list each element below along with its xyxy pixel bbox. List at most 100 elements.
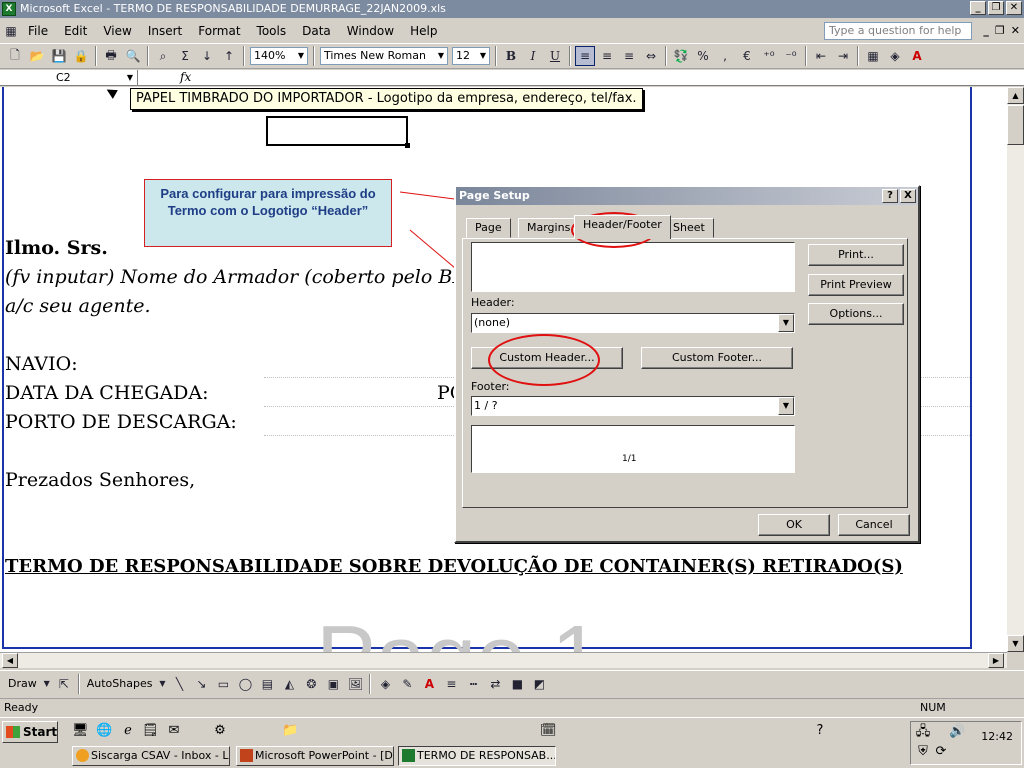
- print-icon[interactable]: 🖶: [101, 46, 121, 66]
- percent-style-button[interactable]: %: [693, 46, 713, 66]
- taskbar-item-powerpoint[interactable]: Microsoft PowerPoint - [D...: [236, 746, 394, 766]
- header-select[interactable]: (none) ▼: [471, 313, 795, 333]
- taskbar-item-excel[interactable]: TERMO DE RESPONSAB...: [398, 746, 556, 766]
- arrival-date-label[interactable]: DATA DA CHEGADA:: [5, 382, 209, 404]
- comma-style-button[interactable]: ,: [715, 46, 735, 66]
- calendar-icon[interactable]: 🗓: [540, 723, 557, 739]
- header-note[interactable]: PAPEL TIMBRADO DO IMPORTADOR - Logotipo …: [130, 88, 643, 110]
- font-color-button[interactable]: A: [907, 46, 927, 66]
- picture-icon[interactable]: 🖼: [345, 674, 365, 694]
- chevron-down-icon[interactable]: ▼: [157, 674, 167, 694]
- help-search-input[interactable]: Type a question for help: [824, 22, 972, 40]
- settings-icon[interactable]: ⚙: [212, 723, 228, 739]
- document-icon[interactable]: ▦: [3, 21, 19, 41]
- agent-line[interactable]: a/c seu agente.: [5, 295, 151, 317]
- arrow-icon[interactable]: ↘: [191, 674, 211, 694]
- chevron-down-icon[interactable]: ▼: [778, 397, 794, 415]
- oval-icon[interactable]: ◯: [235, 674, 255, 694]
- menu-view[interactable]: View: [95, 24, 139, 38]
- align-right-icon[interactable]: ≡: [619, 46, 639, 66]
- new-icon[interactable]: 🗋: [5, 46, 25, 66]
- network-icon[interactable]: 🖧: [915, 724, 931, 740]
- bold-button[interactable]: B: [501, 46, 521, 66]
- chevron-down-icon[interactable]: ▼: [778, 314, 794, 332]
- page-setup-dialog[interactable]: Page Setup ? X Page Margins Header/Foote…: [454, 185, 920, 543]
- greeting-text[interactable]: Prezados Senhores,: [5, 469, 195, 491]
- dialog-close-button[interactable]: X: [900, 189, 916, 203]
- increase-decimal-icon[interactable]: ⁺⁰: [759, 46, 779, 66]
- menu-format[interactable]: Format: [190, 24, 248, 38]
- ok-button[interactable]: OK: [758, 514, 830, 536]
- browser-icon[interactable]: 🌐: [96, 723, 112, 739]
- chevron-down-icon[interactable]: ▼: [42, 674, 52, 694]
- menu-window[interactable]: Window: [339, 24, 402, 38]
- wordart-icon[interactable]: ◭: [279, 674, 299, 694]
- menu-tools[interactable]: Tools: [249, 24, 295, 38]
- fill-color-icon[interactable]: ◈: [885, 46, 905, 66]
- autoshapes-menu[interactable]: AutoShapes: [83, 677, 157, 690]
- decrease-indent-icon[interactable]: ⇤: [811, 46, 831, 66]
- menu-insert[interactable]: Insert: [140, 24, 190, 38]
- doc-close-button[interactable]: ✕: [1011, 24, 1020, 37]
- desktop-icon[interactable]: 🖥: [72, 723, 89, 739]
- permission-icon[interactable]: 🔒: [71, 46, 91, 66]
- underline-button[interactable]: U: [545, 46, 565, 66]
- restore-button[interactable]: ❐: [988, 1, 1004, 15]
- doc-minimize-button[interactable]: _: [983, 24, 989, 37]
- line-style-icon[interactable]: ≡: [441, 674, 461, 694]
- chevron-down-icon[interactable]: ▼: [295, 48, 307, 64]
- scroll-up-icon[interactable]: ▲: [1007, 87, 1024, 104]
- merge-center-icon[interactable]: ⇔: [641, 46, 661, 66]
- dash-style-icon[interactable]: ┅: [463, 674, 483, 694]
- sync-icon[interactable]: ⟳: [933, 744, 949, 760]
- sort-ascending-icon[interactable]: ↓: [197, 46, 217, 66]
- excel-app-icon[interactable]: X: [2, 2, 16, 16]
- menu-data[interactable]: Data: [294, 24, 339, 38]
- select-objects-icon[interactable]: ⇱: [54, 674, 74, 694]
- decrease-decimal-icon[interactable]: ⁻⁰: [781, 46, 801, 66]
- font-color-icon[interactable]: A: [419, 674, 439, 694]
- cancel-button[interactable]: Cancel: [838, 514, 910, 536]
- textbox-icon[interactable]: ▤: [257, 674, 277, 694]
- name-box[interactable]: C2 ▼: [0, 70, 138, 85]
- navio-label[interactable]: NAVIO:: [5, 353, 78, 375]
- increase-indent-icon[interactable]: ⇥: [833, 46, 853, 66]
- borders-icon[interactable]: ▦: [863, 46, 883, 66]
- salutation-heading[interactable]: Ilmo. Srs.: [5, 237, 108, 259]
- fill-color-icon[interactable]: ◈: [375, 674, 395, 694]
- italic-button[interactable]: I: [523, 46, 543, 66]
- chevron-down-icon[interactable]: ▼: [477, 48, 489, 64]
- rectangle-icon[interactable]: ▭: [213, 674, 233, 694]
- align-left-icon[interactable]: ≡: [575, 46, 595, 66]
- print-button[interactable]: Print...: [808, 244, 904, 266]
- clock[interactable]: 12:42: [981, 730, 1013, 743]
- antivirus-icon[interactable]: ⛨: [915, 744, 931, 760]
- zoom-select[interactable]: 140% ▼: [250, 47, 308, 65]
- horizontal-scrollbar[interactable]: ◀ ▶: [0, 652, 1007, 668]
- tab-page[interactable]: Page: [466, 218, 511, 238]
- chevron-down-icon[interactable]: ▼: [435, 48, 447, 64]
- scroll-left-icon[interactable]: ◀: [2, 653, 18, 668]
- line-color-icon[interactable]: ✎: [397, 674, 417, 694]
- ie-icon[interactable]: ℯ: [120, 723, 136, 739]
- notepad-icon[interactable]: 🗒: [142, 723, 159, 739]
- selected-cell[interactable]: [266, 116, 410, 148]
- scroll-right-icon[interactable]: ▶: [988, 653, 1004, 668]
- align-center-icon[interactable]: ≡: [597, 46, 617, 66]
- custom-footer-button[interactable]: Custom Footer...: [641, 347, 793, 369]
- menu-edit[interactable]: Edit: [56, 24, 95, 38]
- dialog-help-button[interactable]: ?: [882, 189, 898, 203]
- doc-restore-button[interactable]: ❐: [995, 24, 1005, 37]
- chevron-down-icon[interactable]: ▼: [127, 70, 133, 85]
- print-preview-button[interactable]: Print Preview: [808, 274, 904, 296]
- clipart-icon[interactable]: ▣: [323, 674, 343, 694]
- folder-icon[interactable]: 📁: [282, 723, 298, 739]
- discharge-port-label[interactable]: PORTO DE DESCARGA:: [5, 411, 237, 433]
- print-preview-icon[interactable]: 🔍: [123, 46, 143, 66]
- volume-icon[interactable]: 🔊: [949, 724, 965, 740]
- euro-button[interactable]: €: [737, 46, 757, 66]
- shadow-icon[interactable]: ■: [507, 674, 527, 694]
- dialog-title-bar[interactable]: Page Setup: [456, 187, 918, 205]
- options-button[interactable]: Options...: [808, 303, 904, 325]
- 3d-style-icon[interactable]: ◩: [529, 674, 549, 694]
